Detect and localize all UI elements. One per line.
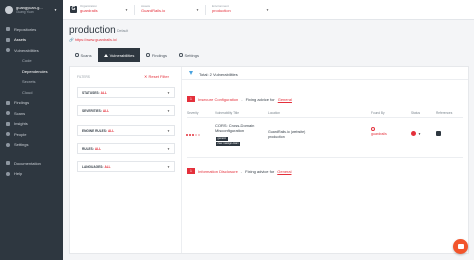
organization-selector[interactable]: Organization guardrails bbox=[80, 4, 142, 16]
chart-icon bbox=[6, 121, 10, 126]
tab-settings[interactable]: Settings bbox=[173, 48, 205, 62]
sidebar-item-vulnerabilities[interactable]: Vulnerabilities bbox=[0, 45, 63, 56]
guardrails-icon bbox=[371, 127, 375, 131]
divider bbox=[134, 5, 135, 15]
sidebar-item-insights[interactable]: Insights bbox=[0, 119, 63, 130]
chevron-down-icon: ▼ bbox=[125, 8, 128, 12]
col-title: Vulnerability Title bbox=[215, 111, 239, 115]
fixing-advice-link[interactable]: General bbox=[278, 97, 292, 102]
count-badge: 1 bbox=[187, 168, 195, 174]
filters-heading: FILTERS bbox=[77, 75, 90, 79]
sidebar-item-assets[interactable]: Assets bbox=[0, 35, 63, 46]
vulnerabilities-panel: FILTERS ✕ Reset Filter STATUSES: ALL ▼ SEV… bbox=[69, 66, 469, 254]
user-fullname: Guang Yuan bbox=[16, 10, 34, 14]
sidebar: guangyuan-g... Guang Yuan ▼ Repositories… bbox=[0, 0, 63, 260]
col-location: Location bbox=[268, 111, 281, 115]
chevron-down-icon: ▼ bbox=[167, 91, 170, 95]
results-header: Total: 2 Vulnerabilities bbox=[182, 67, 468, 80]
chevron-down-icon: ▼ bbox=[196, 8, 199, 12]
sidebar-item-help[interactable]: Help bbox=[0, 169, 63, 180]
default-badge: Default bbox=[117, 29, 129, 33]
vulnerability-tags: generic cwe:<assign-cwe> bbox=[216, 137, 241, 146]
tag-badge: cwe:<assign-cwe> bbox=[216, 142, 241, 146]
sidebar-item-settings[interactable]: Settings bbox=[0, 140, 63, 151]
fixing-advice-link[interactable]: General bbox=[277, 169, 291, 174]
filter-rules[interactable]: RULES: ALL ▼ bbox=[77, 143, 175, 154]
tab-findings[interactable]: Findings bbox=[140, 48, 173, 62]
sidebar-item-scans[interactable]: Scans bbox=[0, 108, 63, 119]
tab-vulnerabilities[interactable]: Vulnerabilities bbox=[97, 48, 141, 62]
chevron-down-icon: ▼ bbox=[54, 8, 57, 12]
sidebar-item-repositories[interactable]: Repositories bbox=[0, 24, 63, 35]
divider bbox=[205, 5, 206, 15]
findings-icon bbox=[146, 53, 150, 57]
scan-icon bbox=[75, 53, 79, 57]
chevron-down-icon: ▼ bbox=[167, 129, 170, 133]
environment-selector[interactable]: Environment production bbox=[212, 4, 274, 16]
divider bbox=[187, 117, 463, 118]
sidebar-item-findings[interactable]: Findings bbox=[0, 98, 63, 109]
group-insecure-configuration[interactable]: 1 Insecure Configuration - Fixing advice… bbox=[187, 96, 292, 102]
asset-url-link[interactable]: 🔗 https://www.guardrails.io/ bbox=[69, 37, 117, 42]
results-area: Total: 2 Vulnerabilities 1 Insecure Conf… bbox=[182, 67, 468, 253]
vulnerability-title[interactable]: CORS: Cross-Domain Misconfiguration bbox=[215, 123, 261, 133]
guardrails-logo: G bbox=[70, 6, 77, 13]
divider bbox=[187, 157, 463, 158]
sidebar-item-code[interactable]: Code bbox=[0, 56, 63, 67]
assets-selector[interactable]: Assets GuardRails.io bbox=[141, 4, 203, 16]
scan-icon bbox=[6, 111, 10, 116]
filter-statuses[interactable]: STATUSES: ALL ▼ bbox=[77, 87, 175, 98]
sidebar-item-cloud[interactable]: Cloud bbox=[0, 87, 63, 98]
findings-icon bbox=[6, 100, 10, 105]
people-icon bbox=[6, 132, 10, 137]
user-menu[interactable]: guangyuan-g... Guang Yuan ▼ bbox=[0, 0, 63, 19]
filter-severities[interactable]: SEVERITIES: ALL ▼ bbox=[77, 105, 175, 116]
chat-button[interactable] bbox=[453, 239, 468, 254]
chevron-down-icon: ▼ bbox=[418, 131, 421, 136]
col-severity: Severity bbox=[187, 111, 199, 115]
status-icon bbox=[411, 131, 416, 136]
reset-filter-button[interactable]: ✕ Reset Filter bbox=[144, 74, 169, 79]
doc-icon bbox=[6, 161, 10, 166]
assets-icon bbox=[6, 37, 10, 42]
page-title: production bbox=[69, 25, 116, 36]
sidebar-item-people[interactable]: People bbox=[0, 129, 63, 140]
filters-sidebar: FILTERS ✕ Reset Filter STATUSES: ALL ▼ SEV… bbox=[70, 67, 182, 253]
tag-badge: generic bbox=[216, 137, 228, 141]
warning-icon bbox=[103, 53, 108, 57]
col-references: References bbox=[436, 111, 453, 115]
chevron-down-icon: ▼ bbox=[266, 8, 269, 12]
col-status: Status bbox=[411, 111, 421, 115]
avatar bbox=[5, 6, 13, 14]
chevron-down-icon: ▼ bbox=[167, 165, 170, 169]
filter-languages[interactable]: LANGUAGES: ALL ▼ bbox=[77, 161, 175, 172]
repo-icon bbox=[6, 27, 10, 32]
severity-indicator bbox=[186, 134, 200, 136]
filter-engine-rules[interactable]: ENGINE RULES: ALL ▼ bbox=[77, 125, 175, 136]
sidebar-item-secrets[interactable]: Secrets bbox=[0, 77, 63, 88]
sidebar-item-documentation[interactable]: Documentation bbox=[0, 158, 63, 169]
filter-funnel-icon[interactable] bbox=[189, 71, 193, 75]
chevron-down-icon: ▼ bbox=[167, 147, 170, 151]
tab-bar: Scans Vulnerabilities Findings Settings bbox=[69, 48, 205, 62]
gear-icon bbox=[6, 142, 10, 147]
topbar: G Organization guardrails ▼ Assets Guard… bbox=[63, 0, 474, 20]
group-information-disclosure[interactable]: 1 Information Disclosure - Fixing advice… bbox=[187, 168, 292, 174]
bug-icon bbox=[6, 48, 10, 53]
reference-icon[interactable] bbox=[436, 131, 441, 136]
status-dropdown[interactable]: ▼ bbox=[411, 131, 421, 136]
results-total: Total: 2 Vulnerabilities bbox=[199, 71, 238, 77]
vulnerability-location: GuardRails.io (website) production bbox=[268, 130, 306, 139]
found-by: guardrails bbox=[371, 127, 387, 136]
chevron-down-icon: ▼ bbox=[167, 109, 170, 113]
count-badge: 1 bbox=[187, 96, 195, 102]
col-found-by: Found By bbox=[371, 111, 385, 115]
help-icon bbox=[6, 171, 10, 176]
tab-scans[interactable]: Scans bbox=[69, 48, 98, 62]
gear-icon bbox=[179, 53, 183, 57]
sidebar-item-dependencies[interactable]: Dependencies bbox=[0, 66, 63, 77]
